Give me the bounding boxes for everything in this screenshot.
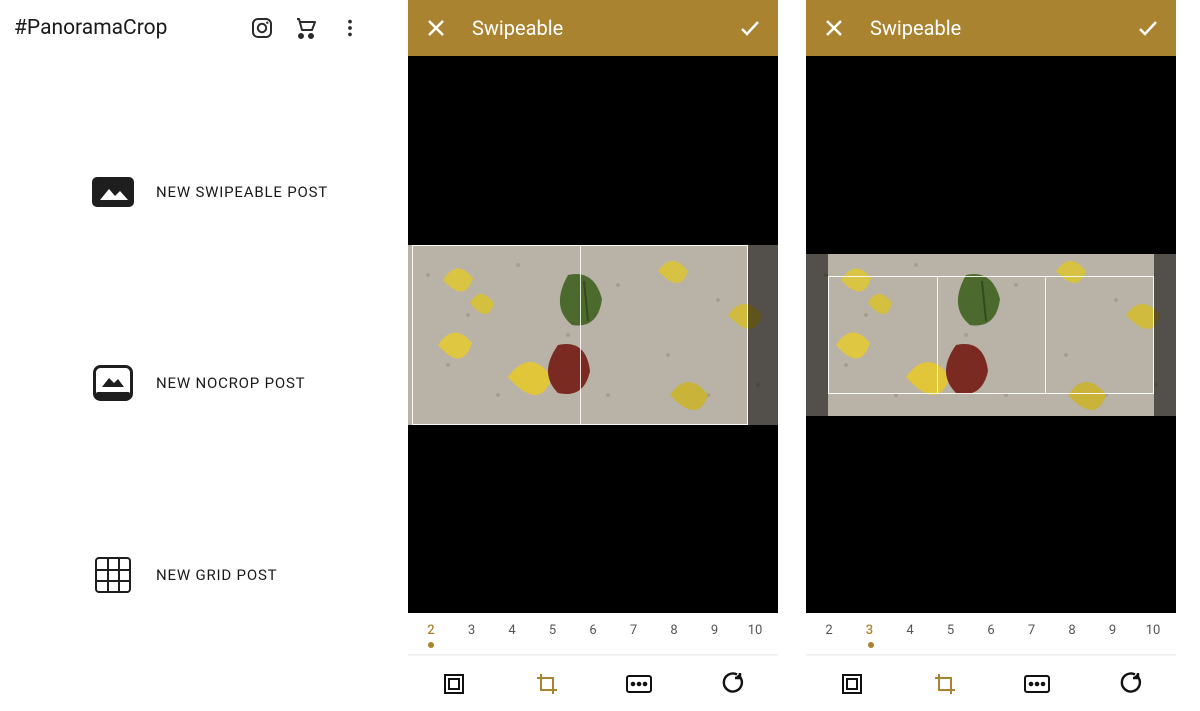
ruler-tick[interactable]: 10 xyxy=(744,623,766,638)
main-menu-screen: #PanoramaCrop xyxy=(0,0,380,711)
ruler-tick[interactable]: 2 xyxy=(420,623,442,638)
app-title: #PanoramaCrop xyxy=(14,16,240,40)
crop-overlay[interactable] xyxy=(412,245,748,425)
crop-overlay[interactable] xyxy=(828,276,1154,394)
editor-toolbar xyxy=(408,655,778,711)
rotate-icon[interactable] xyxy=(708,660,756,708)
ruler-tick[interactable]: 3 xyxy=(461,623,483,638)
confirm-icon[interactable] xyxy=(1134,14,1162,42)
menu-item-swipeable[interactable]: NEW SWIPEABLE POST xyxy=(0,162,380,222)
menu-item-grid[interactable]: NEW GRID POST xyxy=(0,545,380,605)
editor-screen-2-slices: Swipeable 2 3 4 5 6 7 8 9 10 xyxy=(408,0,778,711)
editor-title: Swipeable xyxy=(450,16,736,40)
editor-header: Swipeable xyxy=(408,0,778,56)
ruler-tick[interactable]: 8 xyxy=(1061,623,1083,638)
cart-icon[interactable] xyxy=(284,6,328,50)
slice-ruler[interactable]: 2 3 4 5 6 7 8 9 10 xyxy=(408,613,778,655)
menu-item-label: NEW GRID POST xyxy=(156,566,277,584)
ruler-tick[interactable]: 7 xyxy=(1021,623,1043,638)
more-icon[interactable] xyxy=(328,6,372,50)
frame-icon[interactable] xyxy=(828,660,876,708)
rotate-icon[interactable] xyxy=(1106,660,1154,708)
slice-ruler[interactable]: 2 3 4 5 6 7 8 9 10 xyxy=(806,613,1176,655)
close-icon[interactable] xyxy=(422,14,450,42)
instagram-icon[interactable] xyxy=(240,6,284,50)
ruler-indicator xyxy=(428,642,434,648)
crop-icon[interactable] xyxy=(921,660,969,708)
ruler-tick[interactable]: 6 xyxy=(980,623,1002,638)
ruler-tick[interactable]: 9 xyxy=(704,623,726,638)
ruler-tick[interactable]: 2 xyxy=(818,623,840,638)
ruler-indicator xyxy=(868,642,874,648)
ruler-tick[interactable]: 5 xyxy=(542,623,564,638)
menu-item-label: NEW NOCROP POST xyxy=(156,374,305,392)
editor-canvas[interactable] xyxy=(806,56,1176,613)
editor-title: Swipeable xyxy=(848,16,1134,40)
menu-item-nocrop[interactable]: NEW NOCROP POST xyxy=(0,353,380,413)
swipeable-icon xyxy=(92,175,134,209)
ruler-tick[interactable]: 8 xyxy=(663,623,685,638)
ruler-tick[interactable]: 4 xyxy=(899,623,921,638)
grid-icon xyxy=(92,558,134,592)
ruler-tick[interactable]: 5 xyxy=(940,623,962,638)
ruler-tick[interactable]: 3 xyxy=(859,623,881,638)
confirm-icon[interactable] xyxy=(736,14,764,42)
frame-icon[interactable] xyxy=(430,660,478,708)
ruler-tick[interactable]: 6 xyxy=(582,623,604,638)
aspect-icon[interactable] xyxy=(615,660,663,708)
editor-screen-3-slices: Swipeable 2 3 4 5 6 7 8 9 10 xyxy=(806,0,1176,711)
close-icon[interactable] xyxy=(820,14,848,42)
editor-toolbar xyxy=(806,655,1176,711)
ruler-tick[interactable]: 4 xyxy=(501,623,523,638)
editor-canvas[interactable] xyxy=(408,56,778,613)
ruler-tick[interactable]: 7 xyxy=(623,623,645,638)
ruler-tick[interactable]: 9 xyxy=(1102,623,1124,638)
editor-header: Swipeable xyxy=(806,0,1176,56)
nocrop-icon xyxy=(92,366,134,400)
menu-body: NEW SWIPEABLE POST NEW NOCROP POST xyxy=(0,56,380,711)
aspect-icon[interactable] xyxy=(1013,660,1061,708)
main-menu-header: #PanoramaCrop xyxy=(0,0,380,56)
menu-item-label: NEW SWIPEABLE POST xyxy=(156,183,328,201)
crop-icon[interactable] xyxy=(523,660,571,708)
ruler-tick[interactable]: 10 xyxy=(1142,623,1164,638)
